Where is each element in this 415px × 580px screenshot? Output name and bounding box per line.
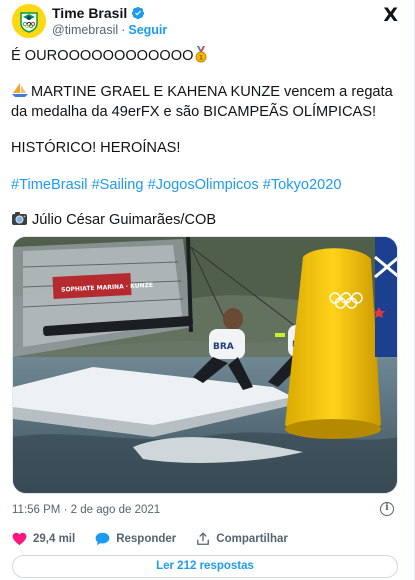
- author-handle[interactable]: @timebrasil: [52, 23, 118, 37]
- tweet-line-1: É OUROOOOOOOOOOOO 1: [11, 46, 401, 66]
- camera-icon: [11, 211, 28, 226]
- photo-credit-line: Júlio César Guimarães/COB: [11, 210, 401, 230]
- author-name-row[interactable]: Time Brasil: [52, 5, 145, 21]
- author-handle-row: @timebrasil · Seguir: [52, 23, 167, 37]
- tweet-actions: 29,4 mil Responder Compartilhar: [12, 532, 308, 546]
- share-label: Compartilhar: [216, 533, 288, 545]
- team-brasil-logo: [12, 4, 46, 38]
- handle-separator: ·: [121, 23, 126, 37]
- info-icon[interactable]: i: [380, 502, 394, 516]
- reply-bubble-icon: [95, 532, 110, 546]
- tweet-date: 2 de ago de 2021: [70, 504, 161, 516]
- hashtag-sailing[interactable]: #Sailing: [92, 177, 144, 193]
- x-logo-icon[interactable]: X: [383, 4, 398, 26]
- follow-button[interactable]: Seguir: [128, 23, 167, 37]
- tweet-photo[interactable]: SOPHIATE MARINA · KUNZE BRA: [12, 236, 398, 494]
- heart-icon: [12, 532, 27, 546]
- tweet-line-3: HISTÓRICO! HEROÍNAS!: [11, 140, 181, 156]
- hashtag-tokyo2020[interactable]: #Tokyo2020: [263, 177, 342, 193]
- hashtag-jogosolimpicos[interactable]: #JogosOlimpicos: [148, 177, 259, 193]
- read-replies-button[interactable]: Ler 212 respostas: [12, 555, 398, 578]
- avatar[interactable]: [12, 4, 46, 38]
- verified-badge-icon: [132, 6, 145, 20]
- photo-credit-text: Júlio César Guimarães/COB: [32, 212, 217, 228]
- tweet-card: Time Brasil @timebrasil · Seguir X É OUR…: [0, 0, 415, 580]
- share-icon: [197, 532, 210, 545]
- boat-label-1: BRA: [213, 342, 234, 352]
- tweet-timestamp[interactable]: 11:56 PM · 2 de ago de 2021: [12, 504, 160, 516]
- tweet-line-1-text: É OUROOOOOOOOOOOO: [11, 48, 194, 64]
- gold-medal-icon: 1: [194, 46, 208, 63]
- reply-button[interactable]: Responder: [95, 532, 176, 546]
- sailboat-icon: [11, 82, 29, 98]
- author-name[interactable]: Time Brasil: [52, 5, 127, 21]
- like-count: 29,4 mil: [33, 533, 76, 545]
- sailing-photo-illustration: SOPHIATE MARINA · KUNZE BRA: [13, 237, 397, 493]
- share-button[interactable]: Compartilhar: [196, 532, 288, 546]
- hashtag-timebrasil[interactable]: #TimeBrasil: [11, 177, 88, 193]
- tweet-line-2-text: MARTINE GRAEL E KAHENA KUNZE vencem a re…: [11, 84, 393, 120]
- timestamp-separator: ·: [63, 504, 68, 516]
- tweet-time: 11:56 PM: [12, 504, 61, 516]
- hashtags-line: #TimeBrasil #Sailing #JogosOlimpicos #To…: [11, 175, 401, 195]
- tweet-line-2: MARTINE GRAEL E KAHENA KUNZE vencem a re…: [11, 82, 401, 122]
- like-button[interactable]: 29,4 mil: [12, 532, 75, 546]
- svg-text:1: 1: [199, 55, 203, 62]
- reply-label: Responder: [116, 533, 177, 545]
